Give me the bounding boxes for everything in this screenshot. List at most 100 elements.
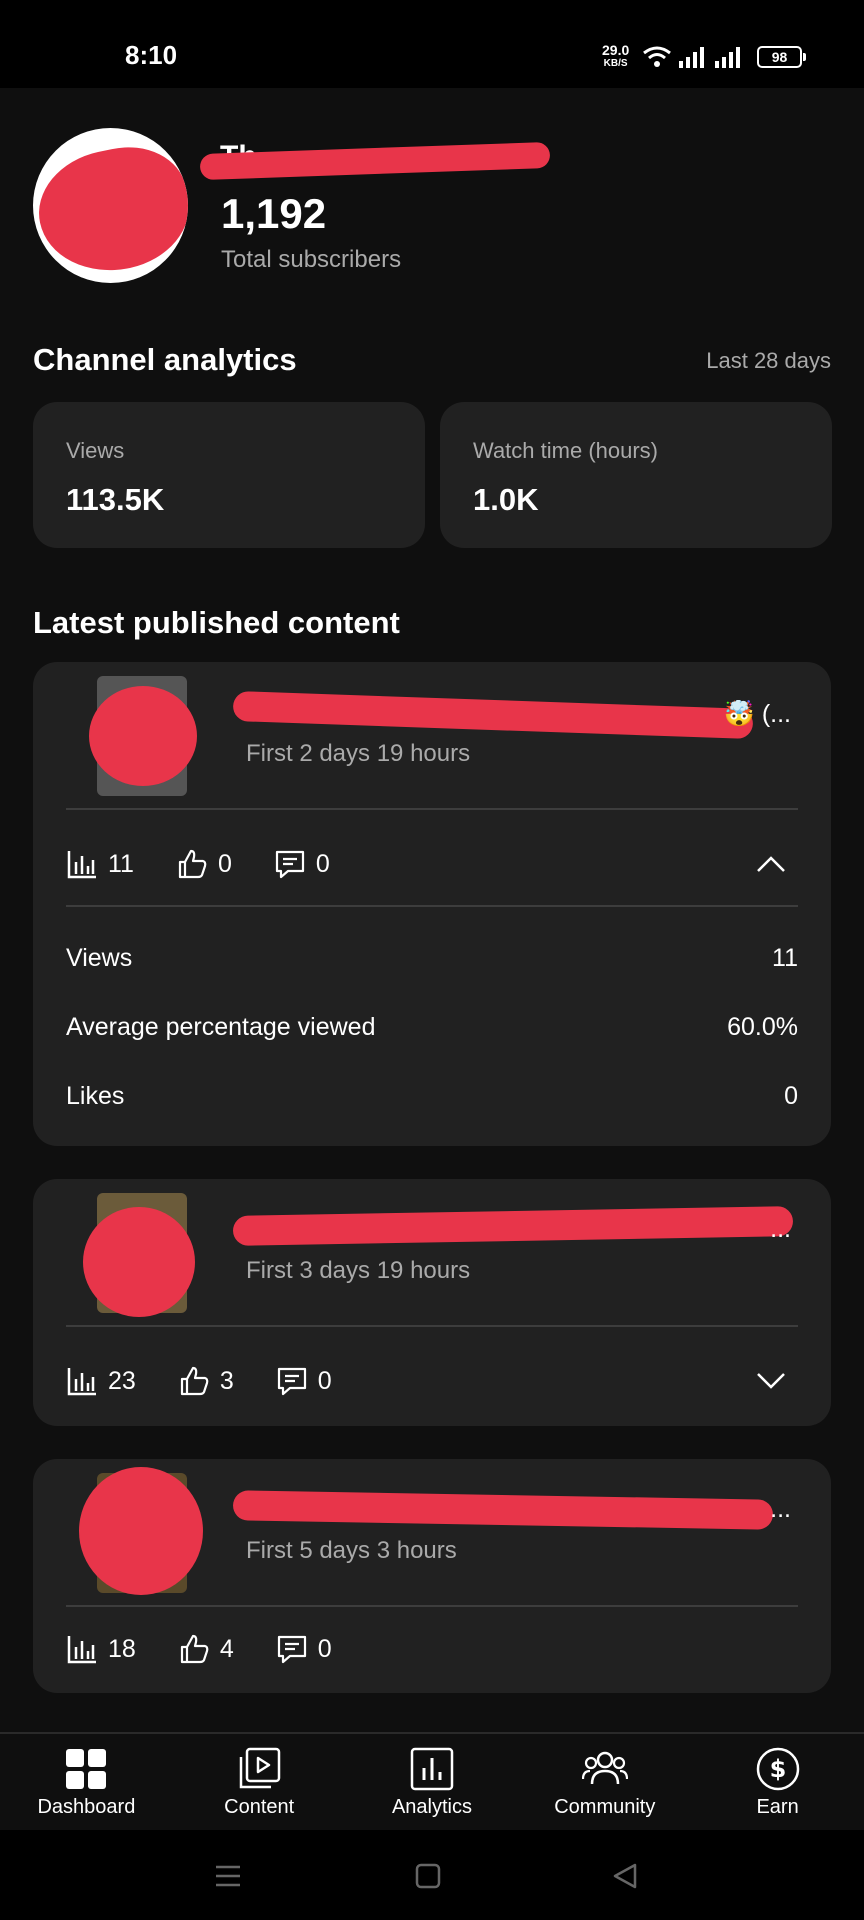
video-title[interactable]: ... — [246, 1495, 791, 1524]
thumbs-up-icon — [180, 1634, 209, 1664]
likes-count: 0 — [217, 849, 232, 878]
signal-icon-2 — [715, 47, 740, 68]
thumbs-up-icon — [178, 849, 207, 879]
divider — [66, 1325, 798, 1327]
video-thumbnail[interactable] — [79, 1467, 203, 1595]
back-icon[interactable] — [611, 1862, 639, 1890]
latest-content-title: Latest published content — [33, 605, 400, 640]
comment-icon — [277, 1367, 306, 1396]
menu-icon[interactable] — [214, 1862, 242, 1890]
subscriber-count: 1,192 — [221, 190, 327, 237]
metric-label: Watch time (hours) — [473, 438, 659, 463]
comments-count: 0 — [317, 1634, 332, 1663]
views-count: 18 — [108, 1634, 136, 1663]
subscriber-label: Total subscribers — [221, 246, 402, 273]
home-icon[interactable] — [414, 1862, 442, 1890]
detail-value: 60.0% — [727, 1013, 798, 1041]
nav-dashboard[interactable]: Dashboard — [0, 1734, 173, 1830]
video-stats: 18 4 0 — [66, 1629, 798, 1669]
system-nav-bar — [0, 1830, 864, 1920]
video-age: First 3 days 19 hours — [246, 1257, 471, 1284]
content-card[interactable]: ... First 3 days 19 hours 23 3 0 — [33, 1179, 831, 1426]
metric-value: 113.5K — [66, 482, 165, 517]
metric-label: Views — [66, 438, 125, 463]
views-count: 23 — [108, 1366, 136, 1395]
content-card[interactable]: 🤯 (... First 2 days 19 hours 11 0 0 View… — [33, 662, 831, 1146]
detail-value: 0 — [784, 1082, 798, 1110]
bar-chart-icon — [67, 1636, 96, 1664]
likes-stat: 0 — [176, 848, 232, 880]
comment-icon — [275, 850, 304, 879]
nav-analytics[interactable]: Analytics — [346, 1734, 519, 1830]
analytics-title: Channel analytics — [33, 342, 297, 377]
status-icons — [642, 44, 744, 70]
views-count: 11 — [108, 849, 134, 878]
chevron-down-icon — [757, 1373, 785, 1389]
thumbs-up-icon — [180, 1366, 209, 1396]
signal-icon — [679, 47, 704, 68]
nav-earn[interactable]: $ Earn — [691, 1734, 864, 1830]
chevron-up-icon — [757, 856, 785, 872]
analytics-icon — [410, 1747, 454, 1791]
nav-label: Earn — [756, 1796, 799, 1818]
video-title[interactable]: 🤯 (... — [246, 700, 791, 729]
views-stat: 23 — [66, 1365, 136, 1397]
nav-content[interactable]: Content — [173, 1734, 346, 1830]
network-rate-value: 29.0 — [602, 42, 630, 58]
detail-label: Views — [66, 944, 133, 972]
comments-count: 0 — [315, 849, 330, 878]
nav-label: Analytics — [391, 1796, 472, 1818]
bar-chart-icon — [67, 1368, 96, 1396]
content-icon — [239, 1747, 281, 1789]
network-rate-unit: KB/S — [603, 58, 628, 69]
video-title[interactable]: ... — [246, 1215, 791, 1244]
content-card[interactable]: ... First 5 days 3 hours 18 4 0 — [33, 1459, 831, 1693]
analytics-period: Last 28 days — [706, 348, 831, 373]
divider — [66, 1605, 798, 1607]
video-stats: 11 0 0 — [66, 844, 798, 884]
watch-time-metric-card[interactable]: Watch time (hours) 1.0K — [440, 402, 832, 548]
likes-stat: 4 — [178, 1633, 234, 1665]
bottom-nav: Dashboard Content Analytics Community $ … — [0, 1732, 864, 1830]
bar-chart-icon — [67, 851, 96, 879]
expand-button[interactable] — [751, 1361, 791, 1401]
earn-icon: $ — [756, 1747, 799, 1791]
detail-value: 11 — [772, 944, 798, 972]
community-icon — [581, 1751, 628, 1785]
views-metric-card[interactable]: Views 113.5K — [33, 402, 425, 548]
wifi-icon — [643, 46, 671, 67]
nav-community[interactable]: Community — [518, 1734, 691, 1830]
detail-label: Average percentage viewed — [66, 1013, 376, 1041]
video-age: First 2 days 19 hours — [246, 740, 471, 767]
likes-count: 3 — [219, 1366, 234, 1395]
video-thumbnail[interactable] — [89, 676, 197, 796]
comments-stat: 0 — [276, 1633, 332, 1665]
comments-stat: 0 — [276, 1365, 332, 1397]
dashboard-icon — [66, 1749, 107, 1789]
nav-label: Content — [224, 1796, 295, 1818]
comment-icon — [277, 1635, 306, 1664]
likes-count: 4 — [219, 1634, 234, 1663]
detail-row-views: Views 11 — [66, 944, 798, 973]
divider — [66, 905, 798, 907]
status-time: 8:10 — [125, 40, 178, 70]
likes-stat: 3 — [178, 1365, 234, 1397]
metric-value: 1.0K — [473, 482, 539, 517]
collapse-button[interactable] — [751, 844, 791, 884]
views-stat: 11 — [66, 848, 134, 880]
battery-icon: 98 — [757, 46, 806, 68]
comments-stat: 0 — [274, 848, 330, 880]
redaction-mark — [79, 1467, 203, 1595]
svg-text:$: $ — [769, 1755, 786, 1783]
channel-avatar[interactable] — [33, 128, 188, 283]
detail-row-avg-percentage: Average percentage viewed 60.0% — [66, 1013, 798, 1042]
video-stats: 23 3 0 — [66, 1361, 798, 1401]
network-rate: 29.0 KB/S — [602, 42, 630, 70]
video-age: First 5 days 3 hours — [246, 1537, 457, 1564]
video-thumbnail[interactable] — [83, 1193, 195, 1317]
views-stat: 18 — [66, 1633, 136, 1665]
redaction-mark — [89, 686, 197, 786]
status-bar: 8:10 29.0 KB/S 98 — [0, 0, 864, 88]
comments-count: 0 — [317, 1366, 332, 1395]
redaction-mark — [33, 135, 188, 283]
